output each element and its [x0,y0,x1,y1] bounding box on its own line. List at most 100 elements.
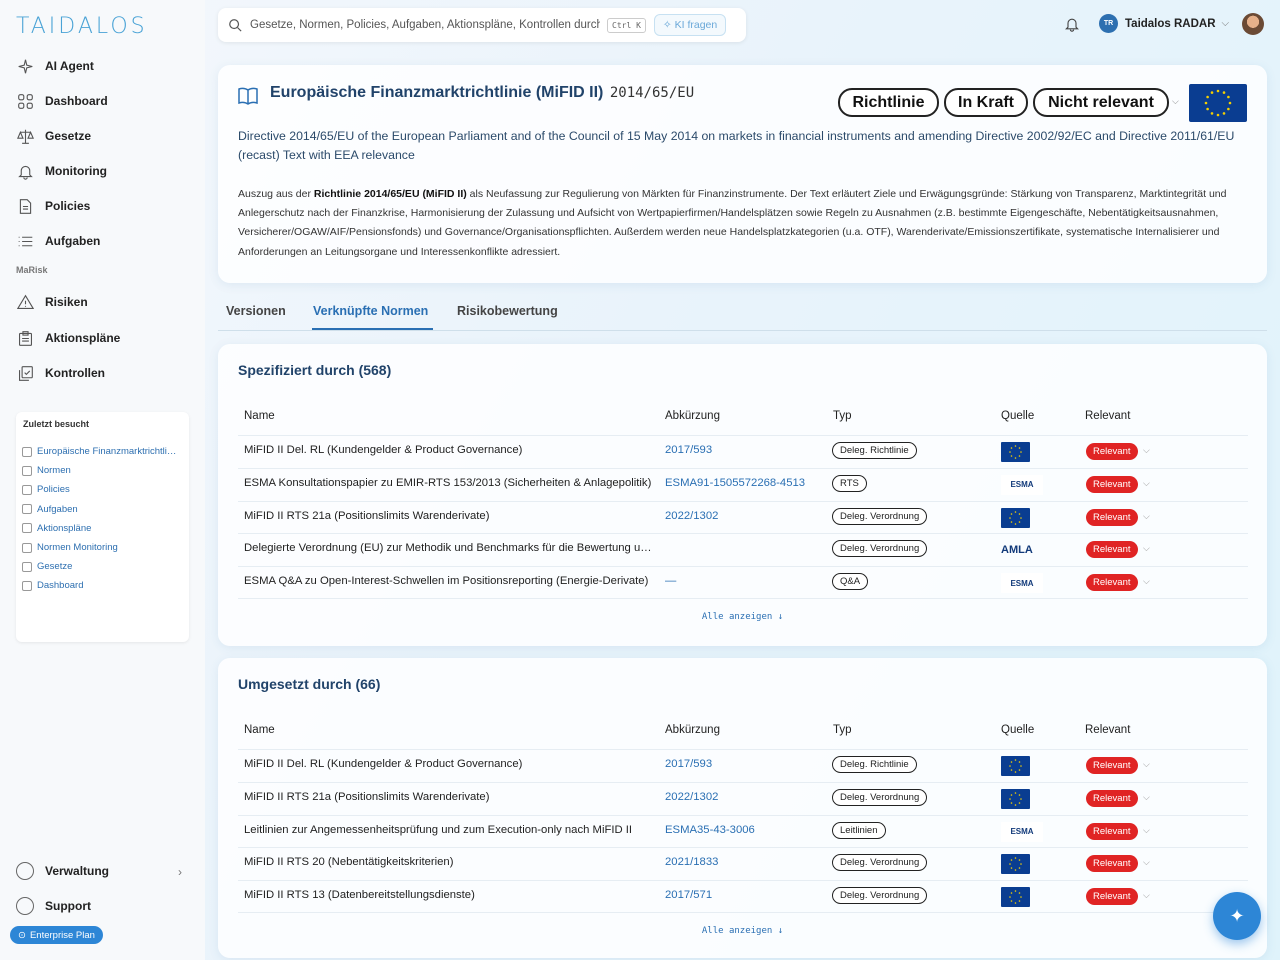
relevant-badge[interactable]: Relevant [1086,541,1138,559]
norm-abbreviation-link[interactable]: — [665,575,676,587]
norm-name[interactable]: ESMA Konsultationspapier zu EMIR-RTS 153… [244,477,654,489]
show-all-link[interactable]: Alle anzeigen ↓ [218,612,1267,622]
chevron-down-icon[interactable]: ⌵ [1143,511,1150,522]
table-row[interactable]: MiFID II Del. RL (Kundengelder & Product… [238,749,1248,782]
table-row[interactable]: Leitlinien zur Angemessenheitsprüfung un… [238,814,1248,848]
table-row[interactable]: ESMA Q&A zu Open-Interest-Schwellen im P… [238,566,1248,599]
sidebar-item-support[interactable]: Support [16,894,91,918]
recent-item[interactable]: Aufgaben [22,500,183,519]
norm-abbreviation-link[interactable]: 2021/1833 [665,856,718,868]
ai-assistant-fab[interactable]: ✦ [1213,892,1261,940]
norm-name[interactable]: MiFID II RTS 21a (Positionslimits Warend… [244,510,654,522]
recent-item[interactable]: Aktionspläne [22,519,183,538]
norm-abbreviation-link[interactable]: ESMA35-43-3006 [665,824,755,836]
sidebar-item-kontrollen[interactable]: Kontrollen [16,361,105,385]
sidebar-item-gesetze[interactable]: Gesetze [16,124,91,148]
chevron-down-icon[interactable]: ⌵ [1143,825,1150,836]
chevron-down-icon[interactable]: ⌵ [1143,890,1150,901]
relevant-badge[interactable]: Relevant [1086,757,1138,774]
column-header-source[interactable]: Quelle [1001,410,1034,422]
status-tag: In Kraft [944,88,1028,117]
norm-abbreviation-link[interactable]: 2017/593 [665,758,712,770]
tab-verknuepfte-normen[interactable]: Verknüpfte Normen [313,304,428,318]
tab-bar: Versionen Verknüpfte Normen Risikobewert… [218,296,1267,331]
norm-abbreviation-link[interactable]: 2017/593 [665,444,712,456]
column-header-type[interactable]: Typ [833,410,852,422]
table-row[interactable]: MiFID II RTS 20 (Nebentätigkeitskriterie… [238,847,1248,880]
search-input[interactable]: Gesetze, Normen, Policies, Aufgaben, Akt… [250,19,600,31]
norm-name[interactable]: MiFID II RTS 13 (Datenbereitstellungsdie… [244,889,654,901]
norm-name[interactable]: Delegierte Verordnung (EU) zur Methodik … [244,542,654,554]
recent-item[interactable]: Europäische Finanzmarktrichtli… [22,442,183,461]
norm-name[interactable]: MiFID II Del. RL (Kundengelder & Product… [244,444,654,456]
tab-versionen[interactable]: Versionen [226,304,286,318]
chevron-down-icon[interactable]: ⌵ [1143,445,1150,456]
recent-item[interactable]: Dashboard [22,576,183,595]
norm-name[interactable]: MiFID II Del. RL (Kundengelder & Product… [244,758,654,770]
relevant-badge[interactable]: Relevant [1086,888,1138,906]
notifications-bell-icon[interactable] [1064,16,1080,32]
sidebar-item-dashboard[interactable]: Dashboard [16,89,108,113]
plan-badge[interactable]: ⊙ Enterprise Plan [10,926,103,944]
relevant-badge[interactable]: Relevant [1086,508,1138,526]
norm-excerpt: Auszug aus der Richtlinie 2014/65/EU (Mi… [238,185,1248,262]
amla-logo: AMLA [1001,544,1033,557]
column-header-type[interactable]: Typ [833,724,852,736]
norm-name[interactable]: ESMA Q&A zu Open-Interest-Schwellen im P… [244,575,654,587]
relevant-badge[interactable]: Relevant [1086,574,1138,592]
norm-abbreviation-link[interactable]: 2022/1302 [665,510,718,522]
sidebar-item-aktionsplaene[interactable]: Aktionspläne [16,326,120,350]
recent-item[interactable]: Normen [22,461,183,480]
brand-logo[interactable]: TAIDALOS [16,12,148,40]
recent-item[interactable]: Policies [22,480,183,499]
table-row[interactable]: MiFID II RTS 21a (Positionslimits Warend… [238,500,1248,534]
chevron-right-icon[interactable]: › [178,865,182,879]
relevant-badge[interactable]: Relevant [1086,475,1138,493]
column-header-relevant[interactable]: Relevant [1085,410,1130,422]
chevron-down-icon[interactable]: ⌵ [1143,759,1150,770]
column-header-name[interactable]: Name [244,410,275,422]
chevron-down-icon[interactable]: ⌵ [1143,478,1150,489]
sidebar-item-ai-agent[interactable]: AI Agent [16,54,94,78]
ask-ai-label: KI fragen [674,19,718,31]
chevron-down-icon[interactable]: ⌵ [1143,543,1150,554]
norm-abbreviation-link[interactable]: 2022/1302 [665,791,718,803]
norm-name[interactable]: MiFID II RTS 21a (Positionslimits Warend… [244,791,654,803]
norm-name[interactable]: Leitlinien zur Angemessenheitsprüfung un… [244,824,654,836]
sidebar-item-monitoring[interactable]: Monitoring [16,159,107,183]
sidebar-item-aufgaben[interactable]: Aufgaben [16,229,100,253]
relevant-badge[interactable]: Relevant [1086,789,1138,807]
sidebar-item-policies[interactable]: Policies [16,194,90,218]
relevant-badge[interactable]: Relevant [1086,443,1138,460]
recent-item[interactable]: Gesetze [22,557,183,576]
user-menu[interactable]: TR Taidalos RADAR ⌵ [1099,14,1229,33]
column-header-abbr[interactable]: Abkürzung [665,410,720,422]
tab-risikobewertung[interactable]: Risikobewertung [457,304,558,318]
column-header-relevant[interactable]: Relevant [1085,724,1130,736]
ask-ai-button[interactable]: ✧ KI fragen [653,14,727,36]
global-search[interactable]: Gesetze, Normen, Policies, Aufgaben, Akt… [218,8,746,42]
chevron-down-icon[interactable]: ⌵ [1172,96,1179,107]
relevant-badge[interactable]: Relevant [1086,855,1138,873]
table-row[interactable]: MiFID II RTS 21a (Positionslimits Warend… [238,781,1248,815]
sidebar-item-verwaltung[interactable]: Verwaltung [16,859,109,883]
table-row[interactable]: MiFID II Del. RL (Kundengelder & Product… [238,435,1248,468]
recent-item[interactable]: Normen Monitoring [22,538,183,557]
column-header-abbr[interactable]: Abkürzung [665,724,720,736]
norm-abbreviation-link[interactable]: 2017/571 [665,889,712,901]
column-header-name[interactable]: Name [244,724,275,736]
sidebar-item-risiken[interactable]: Risiken [16,290,88,314]
table-row[interactable]: MiFID II RTS 13 (Datenbereitstellungsdie… [238,880,1248,913]
column-header-source[interactable]: Quelle [1001,724,1034,736]
table-row[interactable]: ESMA Konsultationspapier zu EMIR-RTS 153… [238,467,1248,501]
relevant-badge[interactable]: Relevant [1086,822,1138,840]
chevron-down-icon[interactable]: ⌵ [1143,792,1150,803]
profile-avatar[interactable] [1242,13,1264,35]
relevance-tag[interactable]: Nicht relevant [1033,88,1169,117]
chevron-down-icon[interactable]: ⌵ [1143,857,1150,868]
chevron-down-icon[interactable]: ⌵ [1143,576,1150,587]
norm-abbreviation-link[interactable]: ESMA91-1505572268-4513 [665,477,805,489]
norm-name[interactable]: MiFID II RTS 20 (Nebentätigkeitskriterie… [244,856,654,868]
show-all-link[interactable]: Alle anzeigen ↓ [218,926,1267,936]
table-row[interactable]: Delegierte Verordnung (EU) zur Methodik … [238,533,1248,566]
